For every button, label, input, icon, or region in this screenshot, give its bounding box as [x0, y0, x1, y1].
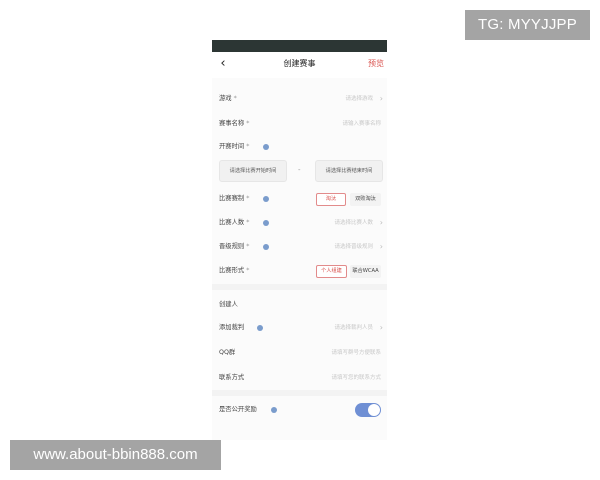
chevron-right-icon: ›	[379, 323, 383, 332]
chevron-left-icon[interactable]: ‹	[216, 55, 230, 73]
players-label: 比赛人数 *	[219, 219, 250, 226]
section-divider	[212, 284, 387, 290]
mode-option-wcaa[interactable]: 联合WCAA	[350, 265, 381, 278]
info-icon[interactable]	[263, 220, 269, 226]
toggle-knob	[368, 404, 380, 416]
contact-label: 联系方式	[219, 374, 245, 381]
advance-rule-placeholder: 请选择晋级规则	[334, 244, 373, 250]
game-placeholder: 请选择游戏	[345, 96, 373, 102]
format-option-elimination[interactable]: 淘汰	[316, 193, 346, 206]
nav-bar: ‹ 创建赛事 预览	[212, 52, 387, 78]
start-time-label: 开赛时间 *	[219, 143, 250, 150]
info-icon[interactable]	[257, 325, 263, 331]
event-name-input[interactable]: 请输入赛事名称	[342, 119, 381, 129]
info-icon[interactable]	[263, 244, 269, 250]
chevron-right-icon: ›	[379, 218, 383, 227]
qq-group-row[interactable]: QQ群 请填写群号方便联系	[212, 344, 387, 364]
public-reward-toggle[interactable]	[355, 403, 381, 417]
game-label: 游戏 *	[219, 95, 237, 102]
info-icon[interactable]	[271, 407, 277, 413]
creator-label: 创建人	[219, 301, 238, 308]
advance-rule-row[interactable]: 晋级规则 * 请选择晋级规则 ›	[212, 238, 387, 258]
format-option-double-elimination[interactable]: 双败淘汰	[350, 193, 381, 206]
mode-option-personal[interactable]: 个人组建	[316, 265, 347, 278]
start-time-row: 开赛时间 *	[212, 138, 387, 158]
referee-label: 添加裁判	[219, 324, 245, 331]
creator-row: 创建人	[212, 296, 387, 316]
public-reward-label: 是否公开奖励	[219, 406, 257, 413]
qq-group-label: QQ群	[219, 349, 236, 356]
url-watermark: www.about-bbin888.com	[10, 440, 221, 470]
end-time-picker[interactable]: 请选择比赛结束时间	[315, 160, 383, 182]
chevron-right-icon: ›	[379, 242, 383, 251]
status-bar	[212, 40, 387, 52]
chevron-right-icon: ›	[379, 94, 383, 103]
page-title: 创建赛事	[283, 59, 316, 68]
phone-screen: ‹ 创建赛事 预览 游戏 * 请选择游戏 › 赛事名称 * 请输入赛事名称 开赛时间…	[212, 40, 387, 440]
advance-rule-label: 晋级规则 *	[219, 243, 250, 250]
referee-placeholder: 请选择裁判人员	[334, 325, 373, 331]
players-placeholder: 请选择比赛人数	[334, 220, 373, 226]
event-name-label: 赛事名称 *	[219, 120, 250, 127]
start-time-picker[interactable]: 请选择比赛开始时间	[219, 160, 287, 182]
mode-label: 比赛形式 *	[219, 267, 250, 274]
qq-group-input[interactable]: 请填写群号方便联系	[331, 348, 381, 358]
event-name-row[interactable]: 赛事名称 * 请输入赛事名称	[212, 115, 387, 135]
time-range-dash: -	[298, 166, 301, 174]
info-icon[interactable]	[263, 196, 269, 202]
section-divider	[212, 390, 387, 396]
referee-row[interactable]: 添加裁判 请选择裁判人员 ›	[212, 319, 387, 339]
contact-row[interactable]: 联系方式 请填写您的联系方式	[212, 369, 387, 389]
contact-input[interactable]: 请填写您的联系方式	[331, 373, 381, 383]
players-row[interactable]: 比赛人数 * 请选择比赛人数 ›	[212, 214, 387, 234]
info-icon[interactable]	[263, 144, 269, 150]
format-label: 比赛赛制 *	[219, 195, 250, 202]
tg-watermark: TG: MYYJJPP	[465, 10, 590, 40]
game-row[interactable]: 游戏 * 请选择游戏 ›	[212, 90, 387, 110]
preview-button[interactable]: 预览	[360, 58, 384, 70]
